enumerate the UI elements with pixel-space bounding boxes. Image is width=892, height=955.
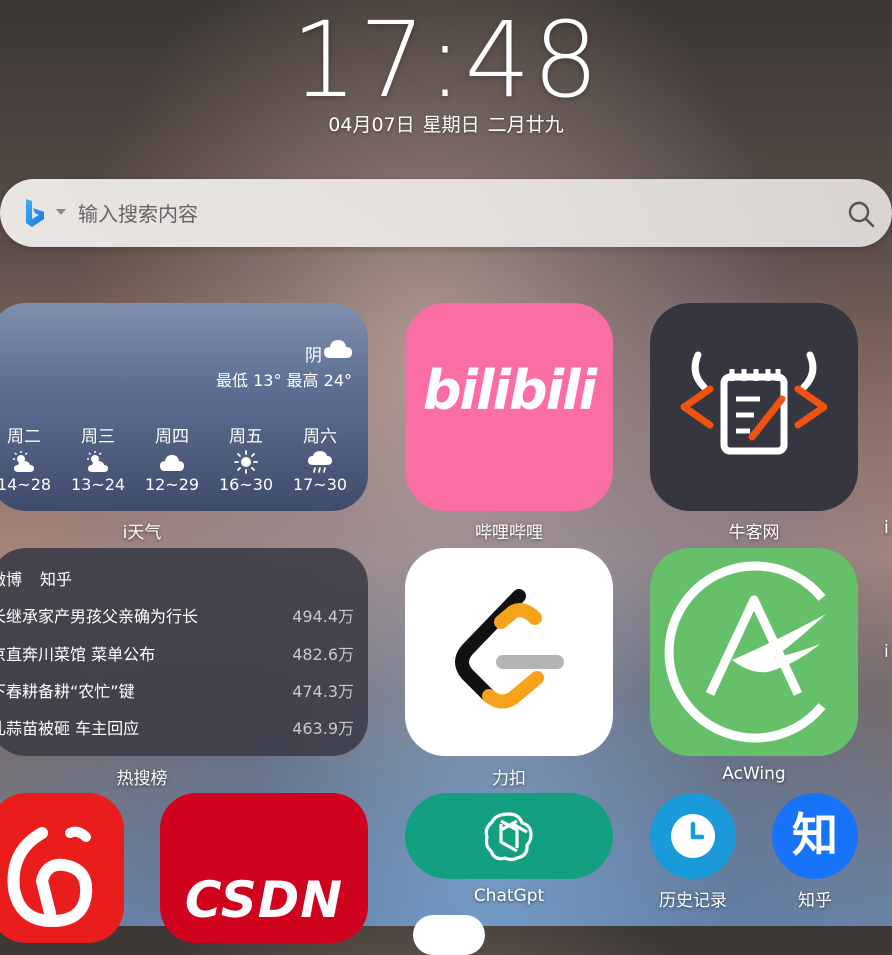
- hot-item-title: 下春耕备耕“农忙”键: [0, 682, 135, 701]
- nowcoder-logo-icon: [680, 351, 828, 455]
- sun-icon: [234, 450, 258, 474]
- leetcode-app-label: 力扣: [492, 769, 526, 789]
- leetcode-logo-icon: [455, 589, 564, 709]
- forecast-temp: 13~24: [70, 475, 126, 494]
- tab-zhihu[interactable]: 知乎: [40, 570, 72, 589]
- search-icon[interactable]: [847, 200, 875, 228]
- forecast-temp: 12~29: [144, 475, 200, 494]
- partial-app-icon[interactable]: [413, 915, 485, 955]
- hot-item-value: 482.6万: [292, 645, 354, 664]
- weekday-text: 星期日: [422, 114, 480, 136]
- clock-icon: [671, 814, 715, 858]
- hot-item-title: 长继承家产男孩父亲确为行长: [0, 607, 199, 626]
- forecast-temp: 14~28: [0, 475, 52, 494]
- bing-icon[interactable]: [24, 198, 46, 228]
- engine-dropdown-icon[interactable]: [56, 209, 66, 215]
- acwing-app-label: AcWing: [722, 764, 786, 784]
- bilibili-app-label: 哔哩哔哩: [475, 523, 543, 543]
- search-input[interactable]: [76, 195, 820, 233]
- tab-weibo[interactable]: 微博: [0, 570, 22, 589]
- bilibili-logo: bilibili: [422, 359, 597, 422]
- hot-search-widget[interactable]: 微博知乎 长继承家产男孩父亲确为行长 494.4万 京直奔川菜馆 菜单公布 48…: [0, 548, 368, 756]
- clock-time: 17:48: [291, 0, 601, 121]
- sun-cloud-icon: [13, 451, 34, 472]
- search-bar[interactable]: [0, 179, 892, 247]
- cloud-icon: [324, 340, 352, 358]
- chatgpt-app-label: ChatGpt: [473, 886, 545, 906]
- zhihu-app-label: 知乎: [798, 891, 832, 911]
- hot-search-item[interactable]: 京直奔川菜馆 菜单公布 482.6万: [0, 641, 354, 665]
- acwing-app-icon[interactable]: [650, 548, 858, 756]
- weather-widget[interactable]: 阴 最低 13° 最高 24° 周二 14~28 周三 13~24 周四 12~…: [0, 303, 368, 511]
- hot-item-value: 474.3万: [292, 682, 354, 701]
- weather-range: 最低 13° 最高 24°: [216, 371, 352, 390]
- forecast-day: 周二 14~28: [0, 422, 54, 494]
- csdn-app-icon[interactable]: CSDN: [160, 793, 368, 943]
- nowcoder-app-icon[interactable]: [650, 303, 858, 511]
- forecast-temp: 16~30: [218, 475, 274, 494]
- forecast-day-name: 周四: [155, 427, 189, 447]
- leetcode-app-icon[interactable]: [405, 548, 613, 756]
- hot-item-title: 轧蒜苗被砸 车主回应: [0, 719, 140, 738]
- nowcoder-app-label: 牛客网: [728, 523, 780, 543]
- hot-search-label: 热搜榜: [116, 769, 168, 789]
- weather-condition: 阴: [305, 346, 322, 366]
- hot-search-tabs: 微博知乎: [0, 566, 90, 590]
- sun-cloud-icon: [87, 451, 108, 472]
- acwing-logo-icon: [664, 561, 826, 743]
- hot-search-item[interactable]: 轧蒜苗被砸 车主回应 463.9万: [0, 715, 354, 739]
- offscreen-app-label: i: [884, 642, 889, 662]
- forecast-day-name: 周三: [81, 427, 115, 447]
- rain-icon: [308, 451, 332, 473]
- csdn-logo: CSDN: [184, 871, 344, 929]
- zhihu-logo: 知: [792, 808, 838, 862]
- forecast-day-name: 周五: [229, 427, 263, 447]
- clock-date: 04月07日 星期日 二月廿九: [0, 110, 892, 137]
- netease-music-app-icon[interactable]: [0, 793, 124, 943]
- forecast-day-name: 周二: [7, 427, 41, 447]
- forecast-day: 周六 17~30: [290, 422, 350, 494]
- forecast-temp: 17~30: [292, 475, 348, 494]
- forecast-day: 周五 16~30: [216, 422, 276, 494]
- forecast-day: 周四 12~29: [142, 422, 202, 494]
- hot-item-value: 494.4万: [292, 607, 354, 626]
- bilibili-app-icon[interactable]: bilibili: [405, 303, 613, 511]
- hot-search-item[interactable]: 下春耕备耕“农忙”键 474.3万: [0, 678, 354, 702]
- cloud-icon: [160, 455, 184, 471]
- forecast-day: 周三 13~24: [68, 422, 128, 494]
- history-app-label: 历史记录: [659, 891, 727, 911]
- lunar-date-text: 二月廿九: [487, 114, 564, 136]
- zhihu-app-icon[interactable]: 知: [772, 793, 858, 879]
- netease-music-logo-icon: [7, 826, 93, 928]
- offscreen-app-label: i: [884, 518, 889, 538]
- weather-widget-label: i天气: [122, 523, 162, 543]
- chatgpt-app-icon[interactable]: [405, 793, 613, 879]
- hot-item-title: 京直奔川菜馆 菜单公布: [0, 645, 156, 664]
- openai-logo-icon: [484, 812, 533, 862]
- date-text: 04月07日: [328, 114, 415, 136]
- forecast-day-name: 周六: [303, 427, 337, 447]
- history-app-icon[interactable]: [650, 793, 736, 879]
- hot-item-value: 463.9万: [292, 719, 354, 738]
- hot-search-item[interactable]: 长继承家产男孩父亲确为行长 494.4万: [0, 603, 354, 627]
